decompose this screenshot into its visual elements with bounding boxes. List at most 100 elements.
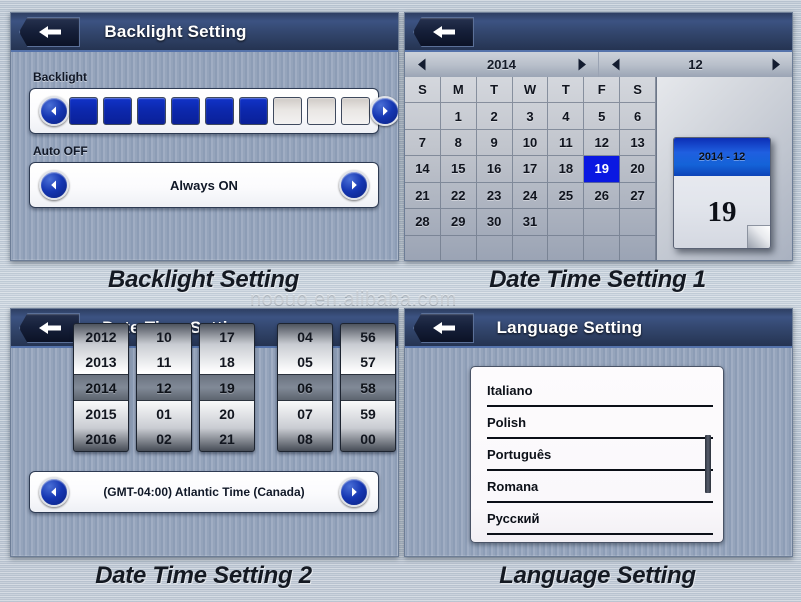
spinner-item[interactable]: 08: [278, 426, 332, 451]
calendar-day-cell[interactable]: 18: [548, 156, 585, 183]
language-list-item[interactable]: Polish: [487, 407, 713, 439]
spinner-item-selected[interactable]: 06: [278, 374, 332, 401]
auto-off-next-button[interactable]: [339, 170, 369, 200]
calendar-day-cell[interactable]: [441, 235, 477, 260]
backlight-block[interactable]: [103, 97, 132, 125]
calendar-day-cell[interactable]: [620, 209, 656, 236]
calendar-day-cell[interactable]: [548, 209, 585, 236]
vertical-scrollbar[interactable]: [705, 435, 711, 493]
calendar-day-cell[interactable]: [620, 235, 656, 260]
spinner-item[interactable]: 20: [200, 401, 254, 426]
backlight-block[interactable]: [171, 97, 200, 125]
calendar-day-cell[interactable]: 14: [405, 156, 441, 183]
timezone-next-button[interactable]: [339, 477, 369, 507]
calendar-day-cell[interactable]: 30: [476, 209, 513, 236]
back-arrow-icon[interactable]: [413, 17, 474, 47]
spinner-item[interactable]: 2012: [74, 324, 128, 349]
spinner-item[interactable]: 07: [278, 401, 332, 426]
calendar-day-cell[interactable]: [513, 235, 549, 260]
backlight-block[interactable]: [273, 97, 302, 125]
spinner-item[interactable]: 18: [200, 349, 254, 374]
spinner-item[interactable]: 04: [278, 324, 332, 349]
spinner-item[interactable]: 00: [341, 426, 395, 451]
calendar-day-cell[interactable]: 5: [584, 103, 621, 130]
backlight-block[interactable]: [137, 97, 166, 125]
calendar-day-cell[interactable]: [584, 209, 621, 236]
year-spinner[interactable]: 2012 2013 2014 2015 2016: [73, 323, 129, 452]
calendar-day-cell[interactable]: 6: [620, 103, 656, 130]
calendar-day-cell[interactable]: 26: [584, 182, 621, 210]
calendar-day-cell[interactable]: 29: [440, 209, 477, 236]
backlight-block[interactable]: [205, 97, 234, 125]
calendar-day-cell[interactable]: [405, 103, 441, 130]
hour-spinner[interactable]: 04 05 06 07 08: [277, 323, 333, 452]
timezone-previous-button[interactable]: [39, 477, 69, 507]
spinner-item[interactable]: 10: [137, 324, 191, 349]
spinner-item[interactable]: 17: [200, 324, 254, 349]
next-month-button[interactable]: [758, 57, 792, 72]
calendar-day-cell[interactable]: 22: [440, 182, 477, 210]
spinner-item[interactable]: 2015: [74, 401, 128, 426]
backlight-block[interactable]: [69, 97, 98, 125]
calendar-day-cell[interactable]: 4: [548, 103, 585, 130]
spinner-item[interactable]: 11: [137, 349, 191, 374]
calendar-day-cell[interactable]: 13: [620, 129, 656, 157]
calendar-grid[interactable]: S M T W T F S 1 2 3 4 5 6 7 8 9 10 11 12: [405, 77, 656, 260]
spinner-item[interactable]: 2013: [74, 349, 128, 374]
calendar-day-cell[interactable]: [405, 235, 441, 260]
spinner-item[interactable]: 59: [341, 401, 395, 426]
language-list-item[interactable]: Romana: [487, 471, 713, 503]
next-year-button[interactable]: [564, 57, 598, 72]
calendar-day-cell[interactable]: 27: [620, 182, 656, 210]
calendar-day-cell[interactable]: 20: [620, 156, 656, 183]
language-list[interactable]: Italiano Polish Português Romana Русский: [487, 375, 713, 535]
spinner-item[interactable]: 21: [200, 426, 254, 451]
language-list-item[interactable]: Português: [487, 439, 713, 471]
month-spinner[interactable]: 10 11 12 01 02: [136, 323, 192, 452]
calendar-day-cell-selected[interactable]: 19: [584, 156, 621, 183]
spinner-item[interactable]: 05: [278, 349, 332, 374]
calendar-day-cell[interactable]: [477, 235, 513, 260]
spinner-item[interactable]: 57: [341, 349, 395, 374]
calendar-day-cell[interactable]: 16: [476, 156, 513, 183]
previous-year-button[interactable]: [405, 57, 439, 72]
auto-off-previous-button[interactable]: [39, 170, 69, 200]
spinner-item[interactable]: 02: [137, 426, 191, 451]
spinner-item-selected[interactable]: 2014: [74, 374, 128, 401]
calendar-day-cell[interactable]: 23: [476, 182, 513, 210]
calendar-day-cell[interactable]: 24: [512, 182, 549, 210]
backlight-increase-button[interactable]: [370, 96, 398, 126]
calendar-day-cell[interactable]: 11: [548, 129, 585, 157]
calendar-day-cell[interactable]: 31: [512, 209, 549, 236]
backlight-decrease-button[interactable]: [39, 96, 69, 126]
language-list-item[interactable]: Italiano: [487, 375, 713, 407]
calendar-day-cell[interactable]: 3: [512, 103, 549, 130]
calendar-day-cell[interactable]: 17: [512, 156, 549, 183]
calendar-day-cell[interactable]: 10: [512, 129, 549, 157]
back-arrow-icon[interactable]: [413, 313, 474, 343]
calendar-day-cell[interactable]: 21: [405, 182, 441, 210]
calendar-day-cell[interactable]: 8: [440, 129, 477, 157]
calendar-day-cell[interactable]: 12: [584, 129, 621, 157]
calendar-day-cell[interactable]: 28: [405, 209, 441, 236]
spinner-item-selected[interactable]: 19: [200, 374, 254, 401]
calendar-day-cell[interactable]: 1: [440, 103, 477, 130]
calendar-day-cell[interactable]: 15: [440, 156, 477, 183]
back-arrow-icon[interactable]: [19, 17, 80, 47]
backlight-block[interactable]: [239, 97, 268, 125]
backlight-block[interactable]: [307, 97, 336, 125]
calendar-day-cell[interactable]: 25: [548, 182, 585, 210]
backlight-level-blocks[interactable]: [69, 97, 370, 125]
language-list-item[interactable]: Русский: [487, 503, 713, 535]
calendar-day-cell[interactable]: 7: [405, 129, 441, 157]
calendar-day-cell[interactable]: 2: [476, 103, 513, 130]
spinner-item[interactable]: 01: [137, 401, 191, 426]
previous-month-button[interactable]: [599, 57, 633, 72]
calendar-day-cell[interactable]: [548, 235, 585, 260]
day-spinner[interactable]: 17 18 19 20 21: [199, 323, 255, 452]
calendar-day-cell[interactable]: 9: [476, 129, 513, 157]
backlight-block[interactable]: [341, 97, 370, 125]
spinner-item-selected[interactable]: 58: [341, 374, 395, 401]
spinner-item[interactable]: 56: [341, 324, 395, 349]
minute-spinner[interactable]: 56 57 58 59 00: [340, 323, 396, 452]
